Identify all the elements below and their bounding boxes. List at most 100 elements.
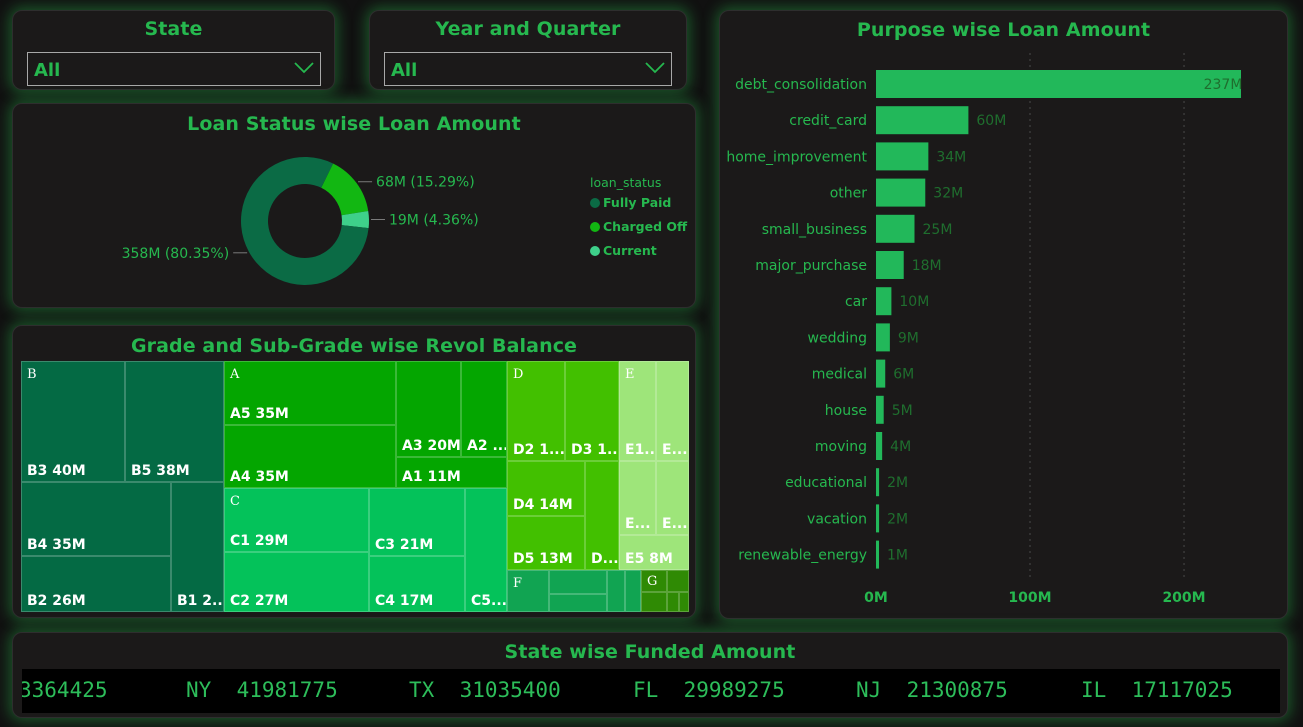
treemap-cell-c3[interactable]: C3 21M	[369, 488, 465, 556]
donut-data-label: 358M (80.35%)	[122, 246, 230, 262]
year-quarter-dropdown[interactable]: All	[384, 52, 672, 86]
treemap-label-d5: D5 13M	[513, 551, 573, 567]
treemap-cell-f4[interactable]	[607, 570, 625, 612]
treemap-label-c1: C1 29M	[230, 533, 289, 549]
treemap-cell-e2[interactable]: E...	[656, 361, 689, 461]
treemap-label-c3: C3 21M	[375, 537, 434, 553]
bar-category-label: moving	[815, 439, 867, 455]
legend-item-current[interactable]: Current	[590, 243, 687, 258]
bar-data-label: 34M	[936, 149, 966, 165]
legend-label: Fully Paid	[603, 195, 672, 210]
treemap-label-c2: C2 27M	[230, 593, 289, 609]
state-funded-ticker: 3364425 NY 41981775 TX 31035400 FL 29989…	[22, 669, 1280, 713]
year-quarter-slicer-panel: Year and Quarter All	[369, 10, 687, 90]
treemap-cell-d3[interactable]: D3 1...	[565, 361, 619, 461]
treemap-cell-e4[interactable]: E...	[656, 461, 689, 535]
treemap-cell-c2[interactable]: C2 27M	[224, 552, 369, 612]
ticker-item: FL 29989275	[633, 678, 785, 702]
treemap-label-c5: C5...	[471, 593, 507, 609]
state-dropdown[interactable]: All	[27, 52, 321, 86]
bar-data-label: 32M	[933, 186, 963, 202]
treemap-label-b2: B2 26M	[27, 593, 86, 609]
treemap-chart: B B3 40M B5 38M B4 35M B2 26M B1 2... A …	[21, 361, 689, 612]
treemap-label-b1: B1 2...	[177, 593, 224, 609]
treemap-cell-g2[interactable]	[667, 570, 689, 592]
treemap-cell-a5[interactable]: A A5 35M	[224, 361, 396, 425]
bar-home_improvement[interactable]	[876, 142, 929, 171]
bar-other[interactable]	[876, 178, 926, 207]
treemap-cell-f2[interactable]	[549, 570, 607, 594]
bar-wedding[interactable]	[876, 323, 890, 352]
ticker-item: TX 31035400	[409, 678, 561, 702]
treemap-cell-b1[interactable]: B1 2...	[171, 482, 224, 612]
treemap-cell-e3[interactable]: E...	[619, 461, 656, 535]
bar-data-label: 25M	[923, 222, 953, 238]
treemap-group-label-e: E	[625, 367, 635, 382]
treemap-cell-b4[interactable]: B4 35M	[21, 482, 171, 556]
bar-moving[interactable]	[876, 432, 883, 460]
bar-category-label: home_improvement	[726, 149, 867, 165]
treemap-cell-g5[interactable]	[679, 592, 689, 612]
bar-data-label: 2M	[887, 511, 908, 527]
bar-category-label: other	[830, 186, 868, 202]
treemap-cell-f1[interactable]: F	[507, 570, 549, 612]
treemap-cell-g1[interactable]: G	[641, 570, 667, 592]
treemap-cell-a4[interactable]: A4 35M	[224, 425, 396, 488]
bar-category-label: major_purchase	[755, 258, 867, 274]
ticker-item: IL 17117025	[1081, 678, 1233, 702]
x-tick-label: 0M	[864, 590, 888, 606]
grade-treemap-panel: Grade and Sub-Grade wise Revol Balance B…	[12, 325, 696, 618]
bar-data-label: 60M	[976, 113, 1006, 129]
treemap-label-e1: E1...	[625, 442, 655, 458]
treemap-label-b4: B4 35M	[27, 537, 86, 553]
legend-item-fully-paid[interactable]: Fully Paid	[590, 195, 687, 210]
bar-data-label: 6M	[893, 367, 914, 383]
treemap-cell-e5[interactable]: E5 8M	[619, 535, 689, 570]
treemap-cell-d2[interactable]: D D2 1...	[507, 361, 565, 461]
treemap-cell-f5[interactable]	[625, 570, 641, 612]
treemap-cell-e1[interactable]: E E1...	[619, 361, 656, 461]
treemap-label-d3: D3 1...	[571, 442, 619, 458]
bar-vacation[interactable]	[876, 504, 880, 533]
treemap-cell-a3[interactable]: A3 20M	[396, 361, 461, 457]
ticker-item: NJ 21300875	[856, 678, 1008, 702]
treemap-cell-b5[interactable]: B5 38M	[125, 361, 224, 482]
bar-renewable_energy[interactable]	[876, 540, 879, 569]
treemap-group-label-d: D	[513, 367, 524, 382]
bar-educational[interactable]	[876, 468, 880, 497]
state-funded-title: State wise Funded Amount	[504, 641, 796, 663]
treemap-cell-d1[interactable]: D...	[585, 461, 619, 570]
bar-data-label: 2M	[887, 475, 908, 491]
bar-data-label: 10M	[899, 294, 929, 310]
treemap-cell-g4[interactable]	[667, 592, 679, 612]
bar-credit_card[interactable]	[876, 106, 969, 135]
treemap-cell-d4[interactable]: D4 14M	[507, 461, 585, 516]
year-quarter-slicer-title: Year and Quarter	[435, 18, 621, 40]
treemap-group-label-b: B	[27, 367, 37, 382]
treemap-cell-a1[interactable]: A1 11M	[396, 457, 507, 488]
treemap-cell-b2[interactable]: B2 26M	[21, 556, 171, 612]
state-slicer-panel: State All	[12, 10, 335, 90]
bar-debt_consolidation[interactable]	[876, 70, 1241, 98]
legend-dot-icon	[590, 245, 600, 256]
bar-major_purchase[interactable]	[876, 251, 904, 279]
treemap-cell-c1[interactable]: C C1 29M	[224, 488, 369, 552]
treemap-cell-g3[interactable]	[641, 592, 667, 612]
bar-data-label: 1M	[887, 548, 908, 564]
loan-status-legend: loan_status Fully Paid Charged Off Current	[590, 175, 687, 267]
treemap-cell-b3[interactable]: B B3 40M	[21, 361, 125, 482]
treemap-cell-d5[interactable]: D5 13M	[507, 516, 585, 570]
purpose-panel: Purpose wise Loan Amount 0M 100M 200M debt_…	[719, 10, 1288, 619]
bar-house[interactable]	[876, 395, 884, 424]
treemap-cell-a2[interactable]: A2 ...	[461, 361, 507, 457]
bar-car[interactable]	[876, 287, 892, 316]
treemap-label-e4: E...	[662, 516, 688, 532]
treemap-cell-c4[interactable]: C4 17M	[369, 556, 465, 612]
bar-category-label: renewable_energy	[738, 548, 867, 564]
bar-medical[interactable]	[876, 359, 886, 388]
treemap-cell-f3[interactable]	[549, 594, 607, 612]
treemap-cell-c5[interactable]: C5...	[465, 488, 507, 612]
bar-small_business[interactable]	[876, 214, 915, 243]
ticker-item: NY 41981775	[186, 678, 338, 702]
legend-item-charged-off[interactable]: Charged Off	[590, 219, 687, 234]
